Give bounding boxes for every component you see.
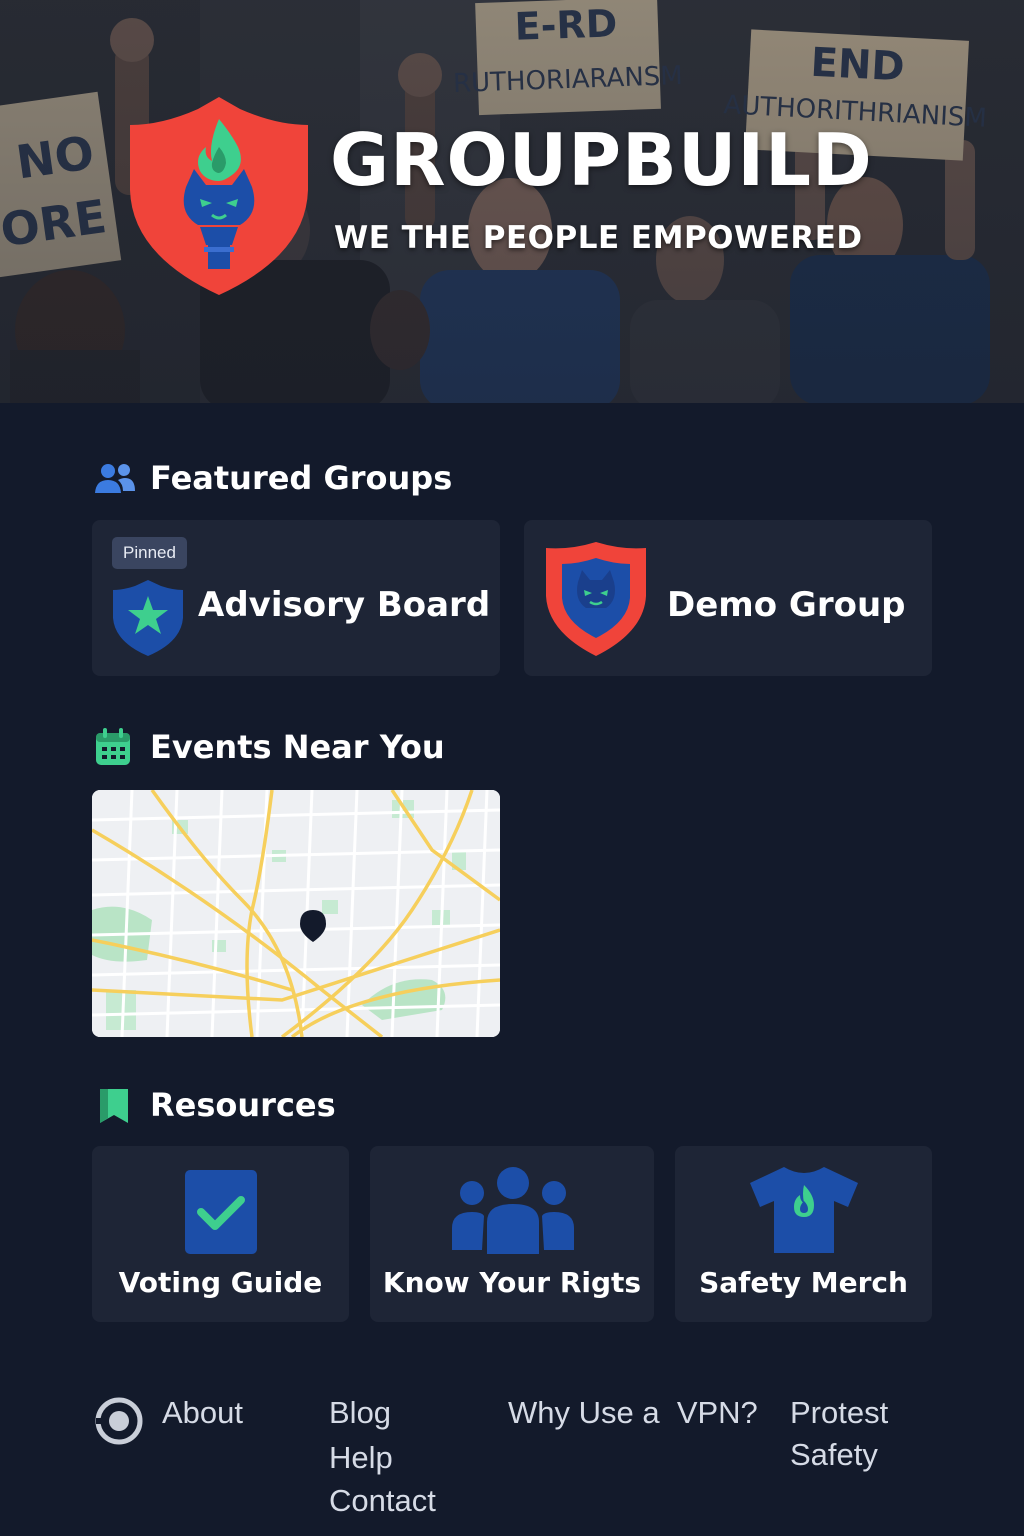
resource-label-safety-merch: Safety Merch	[699, 1266, 908, 1299]
resources-heading: Resources	[94, 1085, 336, 1125]
group-name-demo-group: Demo Group	[667, 585, 906, 625]
brand-title: GROUPBUILD	[330, 118, 873, 202]
footer-link-contact[interactable]: Contact	[329, 1483, 436, 1519]
featured-groups-title: Featured Groups	[150, 459, 453, 497]
resource-label-know-your-rights: Know Your Rigts	[382, 1266, 642, 1299]
footer-link-why-vpn[interactable]: Why Use a VPN?	[508, 1395, 758, 1431]
footer-link-blog[interactable]: Blog	[329, 1395, 391, 1431]
footer-link-protest[interactable]: Protest	[790, 1395, 888, 1431]
brand-tagline: WE THE PEOPLE EMPOWERED	[334, 220, 863, 256]
people-icon	[452, 1167, 574, 1254]
tshirt-icon	[750, 1167, 858, 1253]
hero-banner: E-RD RUTHORIARANSM END AUTHORITHRIANISM …	[0, 0, 1024, 403]
footer-link-about[interactable]: About	[162, 1395, 243, 1431]
footer-link-safety[interactable]: Safety	[790, 1437, 878, 1473]
bookmark-icon	[94, 1085, 136, 1125]
star-shield-icon	[113, 580, 183, 656]
events-map[interactable]	[92, 790, 500, 1037]
calendar-icon	[94, 727, 136, 767]
resources-title: Resources	[150, 1086, 336, 1124]
events-title: Events Near You	[150, 728, 445, 766]
footer-link-help[interactable]: Help	[329, 1440, 393, 1476]
events-heading: Events Near You	[94, 727, 445, 767]
torch-shield-logo-icon	[130, 97, 308, 295]
cat-shield-icon	[546, 542, 646, 656]
checkbox-icon	[185, 1170, 257, 1254]
featured-groups-heading: Featured Groups	[94, 458, 452, 498]
group-name-advisory-board: Advisory Board	[198, 585, 491, 625]
resource-label-voting-guide: Voting Guide	[118, 1266, 323, 1299]
circle-logo-icon	[95, 1397, 143, 1445]
pinned-badge: Pinned	[112, 537, 187, 569]
users-icon	[94, 458, 136, 498]
